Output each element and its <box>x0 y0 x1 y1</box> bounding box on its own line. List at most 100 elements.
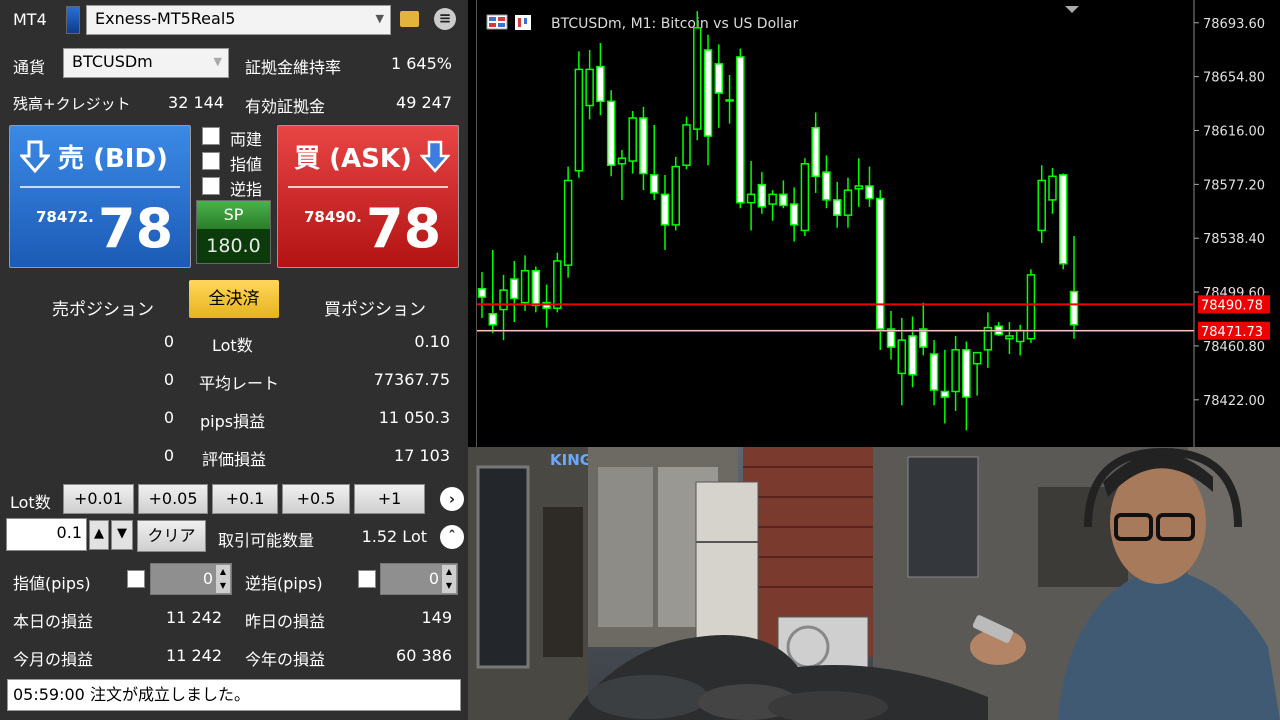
y-tick-label: 78538.40 <box>1203 232 1265 247</box>
chevron-right-icon[interactable]: › <box>440 487 464 511</box>
currency-label: 通貨 <box>13 58 46 77</box>
candle <box>800 158 810 236</box>
tradable-label: 取引可能数量 <box>218 531 315 550</box>
candle-body <box>585 68 594 107</box>
stop-pips-checkbox[interactable] <box>358 570 376 588</box>
stepper-down-icon[interactable]: ▼ <box>216 579 230 593</box>
sell-value: 0 <box>163 408 174 427</box>
price-chart[interactable]: BTCUSDm, M1: Bitcoin vs US Dollar 78693.… <box>476 0 1280 447</box>
candle-body <box>520 269 530 304</box>
bid-price-label: 78471.73 <box>1201 325 1263 340</box>
candle-body <box>736 56 745 204</box>
today-pl-value: 11 242 <box>166 608 222 627</box>
chart-type-icon[interactable] <box>515 15 531 30</box>
candle-body <box>929 353 939 391</box>
ask-price-big: 78 <box>366 197 442 260</box>
chart-window-icon[interactable] <box>486 14 508 30</box>
close-all-button[interactable]: 全決済 <box>189 280 279 318</box>
yesterday-pl-label: 昨日の損益 <box>245 612 326 631</box>
candle-body <box>811 126 820 178</box>
sell-button-label: 売 (BID) <box>58 144 168 174</box>
candle <box>563 166 573 278</box>
sell-value: 0 <box>163 446 174 465</box>
account-dropdown[interactable]: Exness-MT5Real5 ▼ <box>86 5 391 35</box>
sell-button[interactable]: 売 (BID) 78472. 78 <box>9 125 191 268</box>
candle-body <box>757 183 767 208</box>
candle <box>671 156 680 231</box>
candle-body <box>477 287 487 298</box>
candle-body <box>693 27 702 130</box>
candle <box>574 51 584 178</box>
candle-body <box>854 185 863 190</box>
ask-price-label: 78490.78 <box>1201 298 1263 313</box>
stepper-up-icon[interactable]: ▲ <box>216 565 230 579</box>
chevron-up-icon[interactable]: ˆ <box>440 525 464 549</box>
lot-add-1-button[interactable]: +1 <box>354 484 425 514</box>
lot-add-0.05-button[interactable]: +0.05 <box>138 484 208 514</box>
spread-label: SP <box>197 201 270 229</box>
candle-body <box>746 193 756 204</box>
stat-label: 平均レート <box>199 374 280 393</box>
buy-value: 0.10 <box>414 332 450 351</box>
sell-value: 0 <box>163 370 174 389</box>
candle <box>876 190 885 350</box>
candle-body <box>510 278 519 300</box>
limit-option-label: 指値 <box>230 155 263 174</box>
candle-body <box>628 117 637 162</box>
lot-label: Lot数 <box>10 493 51 512</box>
chart-title: BTCUSDm, M1: Bitcoin vs US Dollar <box>551 16 798 32</box>
limit-pips-stepper[interactable]: 0 ▲ ▼ <box>150 563 232 595</box>
candlestick-chart: BTCUSDm, M1: Bitcoin vs US Dollar 78693.… <box>477 0 1280 447</box>
lot-input[interactable]: 0.1 <box>6 518 87 551</box>
sell-positions-label: 売ポジション <box>52 300 154 320</box>
limit-pips-checkbox[interactable] <box>127 570 145 588</box>
folder-icon[interactable] <box>400 11 419 27</box>
candle <box>531 266 541 313</box>
stepper-up-icon[interactable]: ▲ <box>442 565 456 579</box>
stop-checkbox[interactable] <box>202 177 220 195</box>
candle-body <box>768 193 777 205</box>
shop-sign: KING <box>550 451 592 469</box>
lot-up-icon[interactable]: ▲ <box>89 520 109 550</box>
candle-body <box>1026 274 1036 340</box>
y-tick-label: 78460.80 <box>1203 340 1265 355</box>
candle-body <box>800 163 810 232</box>
lot-add-0.5-button[interactable]: +0.5 <box>282 484 350 514</box>
candle-body <box>531 269 541 307</box>
candle-body <box>574 68 584 172</box>
clear-button[interactable]: クリア <box>137 520 206 552</box>
candle <box>606 90 616 177</box>
candle-body <box>951 349 960 393</box>
candle-body <box>789 203 799 226</box>
candle-body <box>1048 175 1057 201</box>
lot-add-0.1-button[interactable]: +0.1 <box>212 484 278 514</box>
menu-icon[interactable]: ≡ <box>434 8 456 30</box>
stop-pips-stepper[interactable]: 0 ▲ ▼ <box>380 563 458 595</box>
candle-body <box>843 189 853 216</box>
stat-label: Lot数 <box>212 336 253 355</box>
candle-body <box>1069 290 1079 326</box>
symbol-value: BTCUSDm <box>72 52 153 71</box>
buy-button[interactable]: 買 (ASK) 78490. 78 <box>277 125 459 268</box>
limit-checkbox[interactable] <box>202 152 220 170</box>
lot-down-icon[interactable]: ▼ <box>111 520 133 550</box>
stat-label: pips損益 <box>200 412 266 431</box>
candle-body <box>617 157 627 165</box>
candle-body <box>596 65 605 103</box>
webcam-scene: KING <box>468 447 1280 720</box>
ask-price-small: 78490. <box>304 208 362 226</box>
month-pl-label: 今月の損益 <box>13 650 94 669</box>
candle-body <box>714 63 724 94</box>
chevron-down-icon: ▼ <box>375 12 384 25</box>
stepper-down-icon[interactable]: ▼ <box>442 579 456 593</box>
stats-row: 0 Lot数 0.10 <box>0 330 468 360</box>
buy-value: 77367.75 <box>373 370 450 389</box>
platform-label: MT4 <box>13 10 47 29</box>
balance-value: 32 144 <box>168 93 224 112</box>
hedge-checkbox[interactable] <box>202 127 220 145</box>
divider <box>288 186 448 188</box>
tradable-value: 1.52 Lot <box>361 527 427 546</box>
symbol-dropdown[interactable]: BTCUSDm ▼ <box>63 48 229 78</box>
stop-pips-value: 0 <box>428 569 439 588</box>
lot-add-0.01-button[interactable]: +0.01 <box>63 484 134 514</box>
